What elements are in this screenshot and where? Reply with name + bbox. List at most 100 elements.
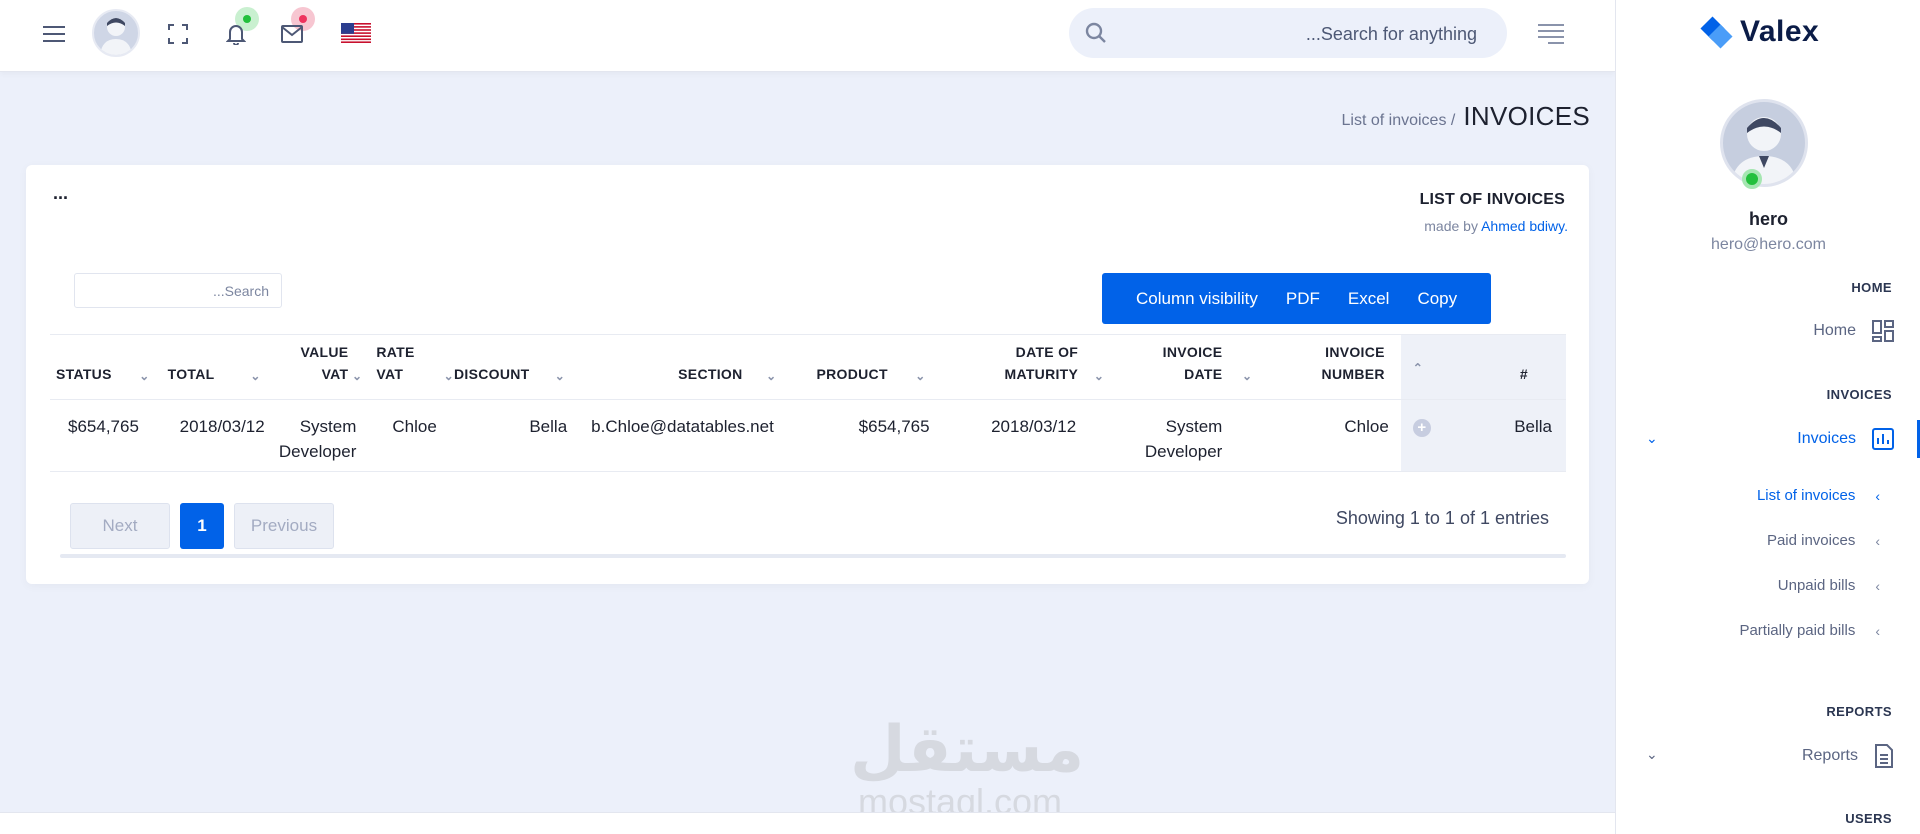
cell-text: Developer	[278, 442, 357, 461]
sidebar-subitem-label: Paid invoices	[1766, 532, 1856, 549]
chevron-left-icon: ‹	[1875, 577, 1880, 594]
author-link[interactable]: Ahmed bdiwy.	[1481, 218, 1568, 234]
col-invoice-date-header[interactable]: INVOICE DATE ⌄	[1108, 334, 1253, 400]
bar-chart-icon	[1872, 428, 1894, 450]
header-label: DISCOUNT	[454, 366, 530, 382]
sidebar-item-reports[interactable]: Reports	[1802, 744, 1894, 768]
col-status-header[interactable]: STATUS ⌄	[50, 334, 156, 400]
breadcrumb: List of invoices / INVOICES	[1342, 101, 1590, 132]
chevron-down-icon[interactable]: ⌄	[1646, 430, 1658, 447]
header-label: MATURITY	[1004, 366, 1079, 382]
document-icon	[1875, 744, 1893, 768]
col-total-header[interactable]: TOTAL ⌄	[155, 334, 265, 400]
table-search-input[interactable]: ...Search	[74, 273, 282, 308]
col-value-vat-header[interactable]: VALUE VAT ⌄	[264, 334, 365, 400]
excel-button[interactable]: Excel	[1334, 273, 1404, 324]
sort-icon: ⌄	[915, 369, 926, 383]
align-right-menu-icon[interactable]	[1538, 24, 1564, 49]
sidebar-item-label: Home	[1813, 322, 1856, 339]
header-label: VALUE	[300, 344, 349, 360]
sidebar-item-invoices[interactable]: Invoices	[1797, 428, 1894, 450]
header-label: VAT	[321, 366, 349, 382]
horizontal-scrollbar[interactable]	[60, 554, 1566, 558]
header-label: NUMBER	[1321, 366, 1385, 382]
header-label: SECTION	[678, 366, 743, 382]
chevron-down-icon[interactable]: ⌄	[1646, 746, 1658, 763]
col-section-header[interactable]: SECTION ⌄	[567, 334, 803, 400]
col-index-header[interactable]: #	[1456, 334, 1566, 400]
sidebar-subitem-label: Partially paid bills	[1739, 622, 1856, 639]
col-product-header[interactable]: PRODUCT ⌄	[802, 334, 930, 400]
header-label: STATUS	[56, 366, 112, 382]
pdf-button[interactable]: PDF	[1272, 273, 1334, 324]
hamburger-menu-icon[interactable]	[38, 18, 70, 50]
header-label: INVOICE	[1325, 344, 1385, 360]
previous-page-button[interactable]: Previous	[234, 503, 334, 549]
section-title-home: HOME	[1851, 280, 1892, 295]
cell-expand: +	[1400, 399, 1457, 472]
sidebar-subitem-unpaid-bills[interactable]: Unpaid bills ‹	[1778, 577, 1880, 594]
cell-status: $654,765	[50, 399, 156, 472]
brand-logo[interactable]: Valex	[1696, 12, 1819, 52]
card-options-icon[interactable]: ...	[53, 183, 68, 204]
sort-icon: ⌄	[250, 369, 261, 383]
card-title: LIST OF INVOICES	[1419, 191, 1565, 208]
sidebar: Valex hero hero@hero.com HOME Home INVOI…	[1615, 0, 1920, 834]
cell-product: $654,765	[802, 399, 930, 472]
chevron-left-icon: ‹	[1875, 487, 1880, 504]
header-label: INVOICE	[1162, 344, 1223, 360]
col-invoice-number-header[interactable]: INVOICE NUMBER	[1252, 334, 1401, 400]
sidebar-subitem-label: Unpaid bills	[1777, 577, 1856, 594]
pagination: Next 1 Previous	[70, 503, 334, 549]
footer	[0, 812, 1615, 834]
fullscreen-icon[interactable]	[162, 18, 194, 50]
sidebar-subitem-label: List of invoices	[1756, 487, 1856, 504]
cell-text: System	[1165, 417, 1223, 436]
table-row[interactable]: $654,765 2018/03/12 System Developer Chlo…	[50, 399, 1566, 472]
cell-invoice-number: Chloe	[1252, 399, 1401, 472]
cell-value-vat: System Developer	[264, 399, 365, 472]
header-label: #	[1519, 366, 1528, 382]
sort-icon: ⌄	[1241, 369, 1253, 383]
sidebar-subitem-partially-paid-bills[interactable]: Partially paid bills ‹	[1739, 622, 1880, 639]
section-title-reports: REPORTS	[1826, 704, 1892, 719]
us-flag-icon[interactable]	[341, 23, 371, 43]
cell-section: b.Chloe@datatables.net	[567, 399, 803, 472]
sidebar-item-label: Reports	[1801, 747, 1858, 764]
expand-row-icon[interactable]: +	[1412, 419, 1431, 437]
made-by-prefix: made by	[1424, 218, 1478, 234]
copy-button[interactable]: Copy	[1403, 273, 1471, 324]
col-maturity-header[interactable]: DATE OF MATURITY ⌄	[929, 334, 1109, 400]
export-button-group: Column visibility PDF Excel Copy	[1102, 273, 1492, 324]
header-label: TOTAL	[167, 366, 215, 382]
invoices-card: ... LIST OF INVOICES made by Ahmed bdiwy…	[26, 165, 1589, 584]
cell-text: Developer	[1144, 442, 1223, 461]
global-search-input[interactable]: ...Search for anything	[1069, 8, 1507, 58]
search-placeholder: ...Search for anything	[1305, 24, 1477, 44]
cell-discount: Bella	[454, 399, 568, 472]
breadcrumb-link[interactable]: List of invoices /	[1342, 112, 1456, 130]
next-page-button[interactable]: Next	[70, 503, 170, 549]
cell-text: System	[299, 417, 357, 436]
sidebar-item-label: Invoices	[1797, 430, 1856, 447]
col-rate-vat-header[interactable]: RATE VAT ⌄	[364, 334, 454, 400]
section-title-invoices: INVOICES	[1826, 387, 1892, 402]
sidebar-item-home[interactable]: Home	[1813, 320, 1894, 342]
entries-info: Showing 1 to 1 of 1 entries	[1335, 508, 1549, 528]
col-expand-header[interactable]: ⌃	[1400, 334, 1457, 400]
top-header: ...Search for anything	[0, 0, 1615, 72]
profile-avatar[interactable]	[1720, 99, 1808, 187]
header-label: DATE	[1184, 366, 1223, 382]
watermark: مستقل mostaql.com	[850, 715, 1084, 823]
sidebar-subitem-paid-invoices[interactable]: Paid invoices ‹	[1767, 532, 1880, 549]
dashboard-icon	[1872, 320, 1894, 342]
user-avatar[interactable]	[92, 9, 140, 57]
header-label: RATE	[376, 344, 415, 360]
sort-icon: ⌄	[766, 369, 777, 383]
search-icon	[1085, 22, 1107, 49]
col-discount-header[interactable]: DISCOUNT ⌄	[454, 334, 568, 400]
sort-icon: ⌄	[1093, 369, 1105, 383]
sidebar-subitem-list-of-invoices[interactable]: List of invoices ‹	[1757, 487, 1880, 504]
column-visibility-button[interactable]: Column visibility	[1122, 273, 1272, 324]
current-page-button[interactable]: 1	[180, 503, 224, 549]
